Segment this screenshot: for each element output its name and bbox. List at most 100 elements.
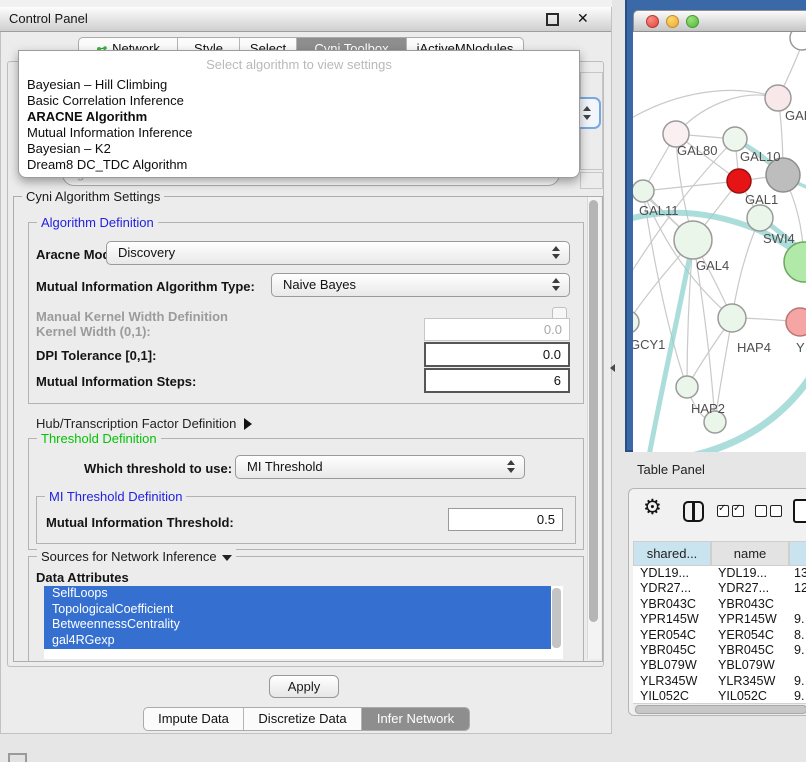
algorithm-option[interactable]: ARACNE Algorithm bbox=[25, 109, 573, 125]
table-cell: YBL079W bbox=[711, 658, 789, 673]
mi-steps-field[interactable]: 6 bbox=[424, 368, 570, 393]
node-swi4-label: SWI4 bbox=[763, 231, 795, 246]
close-icon[interactable]: ✕ bbox=[577, 10, 589, 27]
which-threshold-select[interactable]: MI Threshold bbox=[235, 455, 525, 479]
mi-algorithm-type-select[interactable]: Naive Bayes bbox=[271, 273, 570, 297]
attribute-item[interactable]: BetweennessCentrality bbox=[44, 617, 551, 633]
close-traffic-light[interactable] bbox=[646, 15, 659, 28]
network-canvas[interactable]: GALGAL80GAL10GAL1SWI4GAL11GAL4GCY1HAP4YH… bbox=[633, 32, 806, 452]
table-row[interactable]: YBR043CYBR043C bbox=[633, 597, 806, 612]
table-cell: 9. bbox=[789, 643, 806, 658]
table-cell: YER054C bbox=[633, 628, 711, 643]
aracne-mode-select[interactable]: Discovery bbox=[106, 241, 570, 265]
node-hap4[interactable] bbox=[718, 304, 746, 332]
tab-impute-data[interactable]: Impute Data bbox=[144, 708, 243, 730]
network-edge[interactable] bbox=[676, 95, 778, 134]
node-gal4[interactable] bbox=[674, 221, 712, 259]
table-cell: YDR27... bbox=[633, 581, 711, 596]
stepper-arrows-icon bbox=[507, 459, 516, 475]
table-row[interactable]: YDL19...YDL19...13 bbox=[633, 566, 806, 581]
network-edge[interactable] bbox=[732, 218, 760, 318]
node-gal2-label: GAL bbox=[785, 108, 806, 123]
table-cell: 13 bbox=[789, 566, 806, 581]
table-header: shared...name bbox=[633, 541, 806, 566]
algorithm-option[interactable]: Bayesian – Hill Climbing bbox=[25, 77, 573, 93]
table-row[interactable]: YBR045CYBR045C9. bbox=[633, 643, 806, 658]
kernel-width-field[interactable]: 0.0 bbox=[424, 318, 570, 341]
apply-button[interactable]: Apply bbox=[269, 675, 339, 698]
document-icon[interactable] bbox=[793, 499, 806, 523]
columns-icon[interactable] bbox=[683, 501, 704, 522]
stepper-arrows-icon bbox=[552, 277, 561, 293]
dpi-tolerance-label: DPI Tolerance [0,1]: bbox=[36, 348, 156, 363]
table-cell: YER054C bbox=[711, 628, 789, 643]
table-row[interactable]: YER054CYER054C8. bbox=[633, 628, 806, 643]
settings-scrollbar-thumb[interactable] bbox=[589, 200, 598, 622]
node-gal11[interactable] bbox=[633, 180, 654, 202]
node-gal1[interactable] bbox=[727, 169, 751, 193]
column-header[interactable] bbox=[789, 541, 806, 566]
attribute-item[interactable]: gal4RGexp bbox=[44, 633, 551, 649]
dpi-tolerance-field[interactable]: 0.0 bbox=[424, 342, 570, 367]
settings-group-title: Cyni Algorithm Settings bbox=[22, 189, 164, 204]
algorithm-option[interactable]: Basic Correlation Inference bbox=[25, 93, 573, 109]
algorithm-option[interactable]: Mutual Information Inference bbox=[25, 125, 573, 141]
tab-discretize-data[interactable]: Discretize Data bbox=[243, 708, 361, 730]
algorithm-option[interactable]: Dream8 DC_TDC Algorithm bbox=[25, 157, 573, 173]
checked-checkbox-icon[interactable]: ✓ bbox=[732, 505, 744, 517]
algorithm-option-list: Bayesian – Hill ClimbingBasic Correlatio… bbox=[25, 77, 573, 174]
table-row[interactable]: YDR27...YDR27...12 bbox=[633, 581, 806, 596]
algorithm-dropdown-popup: Select algorithm to view settings Bayesi… bbox=[18, 50, 580, 178]
network-edge[interactable] bbox=[643, 191, 687, 387]
algorithm-option[interactable]: Bayesian – K2 bbox=[25, 141, 573, 157]
attribute-item[interactable]: SelfLoops bbox=[44, 586, 551, 602]
mi-threshold-field[interactable]: 0.5 bbox=[448, 508, 563, 531]
node-swi4[interactable] bbox=[747, 205, 773, 231]
float-window-icon[interactable] bbox=[546, 13, 559, 26]
table-row[interactable]: YIL052CYIL052C9. bbox=[633, 689, 806, 703]
data-attributes-label: Data Attributes bbox=[36, 570, 129, 585]
column-header[interactable]: name bbox=[711, 541, 789, 566]
chevron-down-icon bbox=[583, 115, 591, 120]
node-hap2-label: HAP2 bbox=[691, 401, 725, 416]
checked-checkbox-icon[interactable]: ✓ bbox=[717, 505, 729, 517]
splitter-arrow-icon[interactable] bbox=[610, 364, 615, 372]
node-gal11-label: GAL11 bbox=[639, 203, 679, 218]
minimized-widget[interactable] bbox=[8, 753, 27, 762]
mi-threshold-label: Mutual Information Threshold: bbox=[46, 515, 234, 530]
table-cell: YBR043C bbox=[711, 597, 789, 612]
table-cell: YIL052C bbox=[633, 689, 711, 703]
bottom-tab-strip: Impute DataDiscretize DataInfer Network bbox=[143, 707, 470, 731]
node-salmon[interactable] bbox=[786, 308, 806, 336]
sources-group-title[interactable]: Sources for Network Inference bbox=[37, 549, 236, 564]
minimize-traffic-light[interactable] bbox=[666, 15, 679, 28]
node-hap2[interactable] bbox=[676, 376, 698, 398]
network-view-titlebar[interactable] bbox=[633, 10, 806, 32]
table-row[interactable]: YBL079WYBL079W bbox=[633, 658, 806, 673]
table-row[interactable]: YPR145WYPR145W9. bbox=[633, 612, 806, 627]
table-row[interactable]: YLR345WYLR345W9. bbox=[633, 674, 806, 689]
network-edge[interactable] bbox=[643, 181, 739, 191]
node-gal10[interactable] bbox=[723, 127, 747, 151]
table-cell: YPR145W bbox=[633, 612, 711, 627]
unchecked-checkbox-icon[interactable] bbox=[755, 505, 767, 517]
screen: Control Panel ✕ NetworkStyleSelectCyni T… bbox=[0, 0, 806, 762]
table-cell: YPR145W bbox=[711, 612, 789, 627]
algorithm-definition-title: Algorithm Definition bbox=[37, 215, 158, 230]
node-gcy1[interactable] bbox=[633, 311, 639, 333]
gear-icon[interactable]: ⚙ bbox=[643, 497, 662, 518]
tab-infer-network[interactable]: Infer Network bbox=[361, 708, 469, 730]
attributes-scrollbar-thumb[interactable] bbox=[552, 588, 561, 648]
attribute-item[interactable]: TopologicalCoefficient bbox=[44, 602, 551, 618]
node-edge-top[interactable] bbox=[790, 32, 806, 50]
hub-definition-expander[interactable]: Hub/Transcription Factor Definition bbox=[36, 416, 252, 431]
zoom-traffic-light[interactable] bbox=[686, 15, 699, 28]
unchecked-checkbox-icon[interactable] bbox=[770, 505, 782, 517]
table-cell: YDL19... bbox=[633, 566, 711, 581]
table-cell: YLR345W bbox=[633, 674, 711, 689]
column-header[interactable]: shared... bbox=[633, 541, 711, 566]
table-hscrollbar-thumb[interactable] bbox=[635, 705, 806, 714]
table-hscrollbar-track[interactable] bbox=[633, 703, 806, 715]
manual-kernel-label: Manual Kernel Width Definition bbox=[36, 309, 228, 324]
table-cell: YIL052C bbox=[711, 689, 789, 703]
